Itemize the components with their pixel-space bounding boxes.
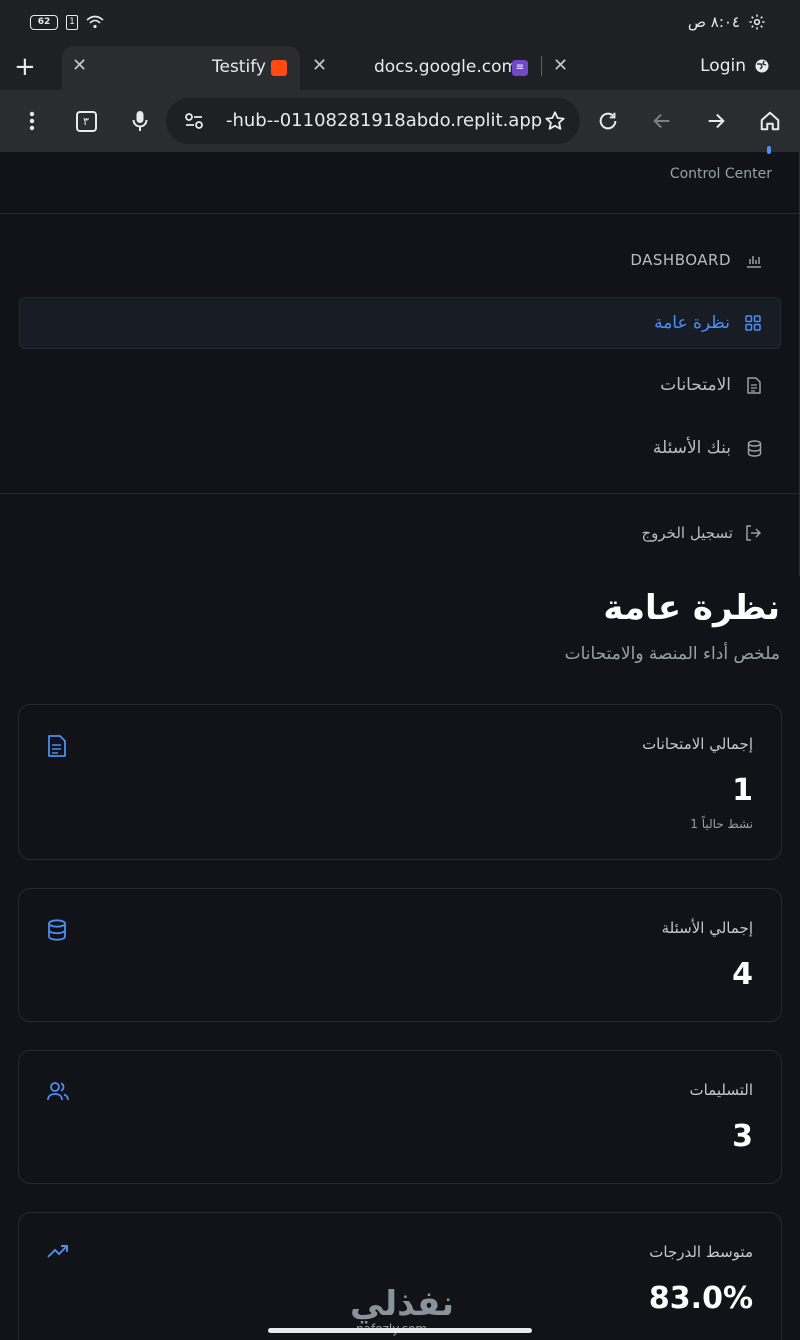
status-bar: 62 1 ٨:٠٤ ص xyxy=(0,0,800,44)
database-icon xyxy=(745,439,763,457)
testify-favicon-icon xyxy=(271,60,287,76)
watermark-logo: نفذلي xyxy=(350,1284,455,1324)
wifi-icon xyxy=(86,15,104,29)
close-tab-icon[interactable]: ✕ xyxy=(312,55,327,76)
sidebar-item-exams[interactable]: الامتحانات xyxy=(19,359,781,411)
sidebar-divider xyxy=(0,493,800,494)
new-tab-button[interactable]: + xyxy=(14,52,36,82)
tab-title-docs[interactable]: docs.google.com xyxy=(374,57,518,77)
clock: ٨:٠٤ ص xyxy=(687,13,740,31)
logout-button[interactable]: تسجيل الخروج xyxy=(641,524,761,542)
close-tab-icon[interactable]: ✕ xyxy=(553,55,568,76)
tab-strip: + ✕ Testify ✕ docs.google.com ≡ ✕ Login xyxy=(0,44,800,90)
logo-fragment xyxy=(767,146,771,154)
tab-divider xyxy=(541,56,542,76)
settings-gear-icon xyxy=(749,14,765,30)
forward-arrow-icon[interactable] xyxy=(702,107,730,135)
battery-icon: 62 xyxy=(30,14,58,30)
database-icon xyxy=(47,919,69,941)
logout-icon xyxy=(746,525,761,541)
stat-card-value: 4 xyxy=(732,957,753,992)
tab-testify[interactable]: ✕ Testify xyxy=(62,46,300,90)
login-button[interactable]: Login xyxy=(700,56,770,76)
stat-card-total-exams: إجمالي الامتحانات 1 1 نشط حالياً xyxy=(18,704,782,860)
page-subtitle: ملخص أداء المنصة والامتحانات xyxy=(564,644,780,664)
sidebar-item-label: DASHBOARD xyxy=(630,251,731,269)
site-info-icon[interactable] xyxy=(184,112,204,130)
stat-card-value: 3 xyxy=(732,1119,753,1154)
docs-favicon-icon: ≡ xyxy=(512,60,528,76)
globe-icon xyxy=(755,59,769,73)
stat-card-label: التسليمات xyxy=(689,1081,753,1099)
tab-switcher-button[interactable]: ٣ xyxy=(72,107,100,135)
stat-card-label: متوسط الدرجات xyxy=(649,1243,753,1261)
file-text-icon xyxy=(47,735,69,757)
microphone-icon[interactable] xyxy=(126,107,154,135)
page-title: نظرة عامة xyxy=(603,588,780,628)
users-icon xyxy=(47,1081,69,1103)
sim-icon: 1 xyxy=(66,14,78,30)
address-bar[interactable]: -hub--01108281918abdo.replit.app xyxy=(166,98,580,144)
logout-label: تسجيل الخروج xyxy=(641,524,733,542)
bar-chart-icon xyxy=(745,251,763,269)
stat-card-note: 1 نشط حالياً xyxy=(690,817,753,831)
sidebar-item-overview[interactable]: نظرة عامة xyxy=(19,297,781,349)
bookmark-star-icon[interactable] xyxy=(544,110,566,132)
stat-card-total-questions: إجمالي الأسئلة 4 xyxy=(18,888,782,1022)
stat-card-value: 1 xyxy=(732,773,753,808)
sidebar-item-label: نظرة عامة xyxy=(654,313,730,333)
gesture-home-bar[interactable] xyxy=(268,1328,532,1333)
file-text-icon xyxy=(745,376,763,394)
url-text[interactable]: -hub--01108281918abdo.replit.app xyxy=(226,110,542,131)
back-arrow-icon[interactable] xyxy=(648,107,676,135)
browser-toolbar: ٣ -hub--01108281918abdo.replit.app xyxy=(0,90,800,152)
home-icon[interactable] xyxy=(756,107,784,135)
menu-kebab-icon[interactable] xyxy=(18,107,46,135)
grid-icon xyxy=(744,314,762,332)
sidebar-item-label: بنك الأسئلة xyxy=(652,438,731,458)
stat-card-label: إجمالي الأسئلة xyxy=(661,919,753,937)
stat-card-label: إجمالي الامتحانات xyxy=(642,735,753,753)
stat-card-value: 83.0% xyxy=(648,1281,753,1316)
sidebar: Control Center DASHBOARD نظرة عامة الامت… xyxy=(0,146,800,576)
login-label: Login xyxy=(700,56,746,76)
stat-card-submissions: التسليمات 3 xyxy=(18,1050,782,1184)
sidebar-item-label: الامتحانات xyxy=(660,375,731,395)
sidebar-item-dashboard[interactable]: DASHBOARD xyxy=(19,234,781,286)
tab-title: Testify xyxy=(212,57,266,77)
sidebar-item-question-bank[interactable]: بنك الأسئلة xyxy=(19,422,781,474)
sidebar-header: Control Center xyxy=(0,146,799,214)
reload-icon[interactable] xyxy=(594,107,622,135)
tab-count: ٣ xyxy=(75,110,97,132)
sidebar-subtitle: Control Center xyxy=(669,166,772,182)
close-tab-icon[interactable]: ✕ xyxy=(72,55,87,76)
trending-up-icon xyxy=(47,1243,69,1265)
